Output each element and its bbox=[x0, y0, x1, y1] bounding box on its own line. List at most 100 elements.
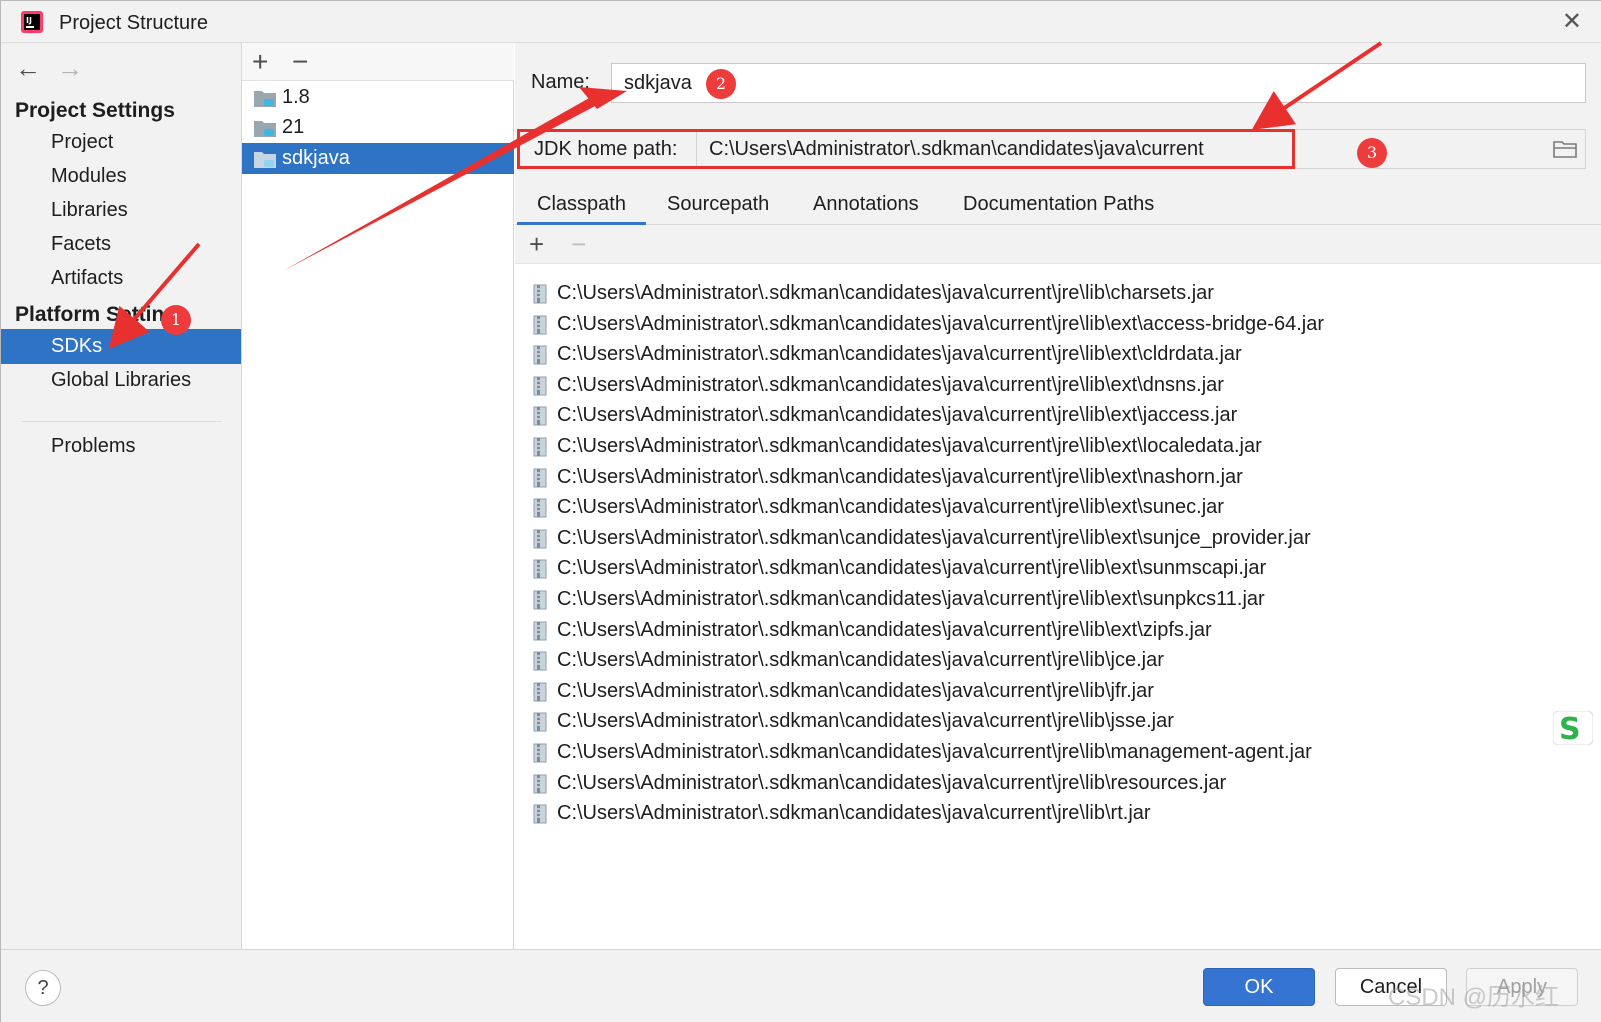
dialog-button-bar: ? OK Cancel Apply bbox=[1, 949, 1601, 1022]
jar-archive-icon bbox=[533, 804, 547, 824]
title-bar: IJ Project Structure ✕ bbox=[1, 1, 1601, 43]
path-tabs: Classpath Sourcepath Annotations Documen… bbox=[515, 183, 1601, 225]
classpath-entry[interactable]: C:\Users\Administrator\.sdkman\candidate… bbox=[515, 553, 1601, 584]
classpath-entry[interactable]: C:\Users\Administrator\.sdkman\candidate… bbox=[515, 462, 1601, 493]
classpath-entry-label: C:\Users\Administrator\.sdkman\candidate… bbox=[557, 771, 1227, 794]
tab-classpath[interactable]: Classpath bbox=[517, 191, 646, 225]
add-sdk-button[interactable]: + bbox=[252, 45, 268, 79]
classpath-entry[interactable]: C:\Users\Administrator\.sdkman\candidate… bbox=[515, 798, 1601, 829]
classpath-entry-label: C:\Users\Administrator\.sdkman\candidate… bbox=[557, 710, 1174, 733]
tab-sourcepath[interactable]: Sourcepath bbox=[647, 191, 789, 225]
classpath-entry-label: C:\Users\Administrator\.sdkman\candidate… bbox=[557, 496, 1224, 519]
sdk-name-field[interactable]: sdkjava bbox=[611, 63, 1586, 103]
tab-documentation-paths[interactable]: Documentation Paths bbox=[943, 191, 1174, 225]
classpath-entry[interactable]: C:\Users\Administrator\.sdkman\candidate… bbox=[515, 768, 1601, 799]
jar-archive-icon bbox=[533, 529, 547, 549]
path-toolbar: + − bbox=[515, 225, 1601, 263]
ok-button[interactable]: OK bbox=[1203, 968, 1315, 1006]
svg-text:IJ: IJ bbox=[26, 16, 32, 25]
sidebar-item-problems[interactable]: Problems bbox=[1, 429, 241, 464]
sdk-list-toolbar: + − bbox=[242, 43, 514, 81]
jdk-home-path-value: C:\Users\Administrator\.sdkman\candidate… bbox=[709, 138, 1204, 160]
sidebar-item-artifacts[interactable]: Artifacts bbox=[1, 261, 241, 296]
classpath-entry[interactable]: C:\Users\Administrator\.sdkman\candidate… bbox=[515, 431, 1601, 462]
jdk-home-row: JDK home path: C:\Users\Administrator\.s… bbox=[519, 129, 1586, 169]
jar-archive-icon bbox=[533, 621, 547, 641]
jar-archive-icon bbox=[533, 437, 547, 457]
window-title: Project Structure bbox=[59, 12, 208, 34]
name-label: Name: bbox=[531, 71, 590, 93]
jar-archive-icon bbox=[533, 743, 547, 763]
classpath-entry[interactable]: C:\Users\Administrator\.sdkman\candidate… bbox=[515, 523, 1601, 554]
project-settings-header: Project Settings bbox=[15, 99, 175, 122]
classpath-entry[interactable]: C:\Users\Administrator\.sdkman\candidate… bbox=[515, 584, 1601, 615]
sdk-item-label: 21 bbox=[282, 116, 305, 138]
classpath-entry-label: C:\Users\Administrator\.sdkman\candidate… bbox=[557, 679, 1154, 702]
jar-archive-icon bbox=[533, 406, 547, 426]
sdk-list-item[interactable]: 21 bbox=[242, 112, 514, 143]
back-arrow-icon[interactable]: ← bbox=[15, 53, 41, 84]
jar-archive-icon bbox=[533, 590, 547, 610]
jar-archive-icon bbox=[533, 712, 547, 732]
classpath-entry[interactable]: C:\Users\Administrator\.sdkman\candidate… bbox=[515, 370, 1601, 401]
sidebar-item-project[interactable]: Project bbox=[1, 125, 241, 160]
sdk-list-item[interactable]: 1.8 bbox=[242, 82, 514, 113]
classpath-entry-label: C:\Users\Administrator\.sdkman\candidate… bbox=[557, 435, 1262, 457]
remove-path-button[interactable]: − bbox=[571, 227, 586, 261]
remove-sdk-button[interactable]: − bbox=[292, 45, 308, 79]
classpath-entry-label: C:\Users\Administrator\.sdkman\candidate… bbox=[557, 465, 1243, 488]
sidebar-item-sdks[interactable]: SDKs bbox=[1, 329, 241, 364]
classpath-entry-label: C:\Users\Administrator\.sdkman\candidate… bbox=[557, 802, 1151, 825]
classpath-entry-label: C:\Users\Administrator\.sdkman\candidate… bbox=[557, 557, 1267, 580]
classpath-entry-label: C:\Users\Administrator\.sdkman\candidate… bbox=[557, 526, 1311, 549]
jar-archive-icon bbox=[533, 376, 547, 396]
sdk-list-item-selected[interactable]: sdkjava bbox=[242, 143, 514, 174]
jdk-folder-icon bbox=[254, 91, 276, 107]
tab-annotations[interactable]: Annotations bbox=[793, 191, 939, 225]
jar-archive-icon bbox=[533, 774, 547, 794]
jdk-home-path-field[interactable]: C:\Users\Administrator\.sdkman\candidate… bbox=[696, 130, 1584, 168]
classpath-entry-label: C:\Users\Administrator\.sdkman\candidate… bbox=[557, 618, 1212, 641]
jar-archive-icon bbox=[533, 498, 547, 518]
project-structure-dialog: IJ Project Structure ✕ ← → Project Setti… bbox=[0, 0, 1601, 1022]
jar-archive-icon bbox=[533, 651, 547, 671]
add-path-button[interactable]: + bbox=[529, 227, 544, 261]
classpath-entry-label: C:\Users\Administrator\.sdkman\candidate… bbox=[557, 282, 1214, 304]
classpath-entry-label: C:\Users\Administrator\.sdkman\candidate… bbox=[557, 312, 1324, 335]
sdk-list-panel: + − 1.8 21 sdkjava bbox=[242, 43, 514, 949]
sdk-item-label: 1.8 bbox=[282, 86, 310, 108]
sidebar-item-global-libraries[interactable]: Global Libraries bbox=[1, 363, 241, 398]
jdk-folder-icon bbox=[254, 121, 276, 137]
classpath-list: C:\Users\Administrator\.sdkman\candidate… bbox=[515, 263, 1601, 949]
classpath-entry[interactable]: C:\Users\Administrator\.sdkman\candidate… bbox=[515, 676, 1601, 707]
jar-archive-icon bbox=[533, 468, 547, 488]
jar-archive-icon bbox=[533, 559, 547, 579]
classpath-entry[interactable]: C:\Users\Administrator\.sdkman\candidate… bbox=[515, 278, 1601, 309]
jar-archive-icon bbox=[533, 315, 547, 335]
classpath-entry-label: C:\Users\Administrator\.sdkman\candidate… bbox=[557, 741, 1312, 763]
classpath-entry[interactable]: C:\Users\Administrator\.sdkman\candidate… bbox=[515, 737, 1601, 768]
jar-archive-icon bbox=[533, 682, 547, 702]
intellij-app-icon: IJ bbox=[21, 11, 43, 33]
close-icon[interactable]: ✕ bbox=[1562, 7, 1582, 36]
platform-settings-header: Platform Settings bbox=[15, 303, 189, 326]
help-button[interactable]: ? bbox=[25, 970, 61, 1006]
forward-arrow-icon[interactable]: → bbox=[57, 53, 83, 84]
classpath-entry-label: C:\Users\Administrator\.sdkman\candidate… bbox=[557, 588, 1265, 610]
browse-folder-icon[interactable] bbox=[1553, 140, 1577, 158]
classpath-entry[interactable]: C:\Users\Administrator\.sdkman\candidate… bbox=[515, 492, 1601, 523]
classpath-entry[interactable]: C:\Users\Administrator\.sdkman\candidate… bbox=[515, 400, 1601, 431]
sidebar: ← → Project Settings Project Modules Lib… bbox=[1, 43, 242, 949]
classpath-entry[interactable]: C:\Users\Administrator\.sdkman\candidate… bbox=[515, 309, 1601, 340]
sidebar-item-libraries[interactable]: Libraries bbox=[1, 193, 241, 228]
classpath-entry-label: C:\Users\Administrator\.sdkman\candidate… bbox=[557, 649, 1164, 672]
apply-button[interactable]: Apply bbox=[1466, 968, 1578, 1006]
classpath-entry-label: C:\Users\Administrator\.sdkman\candidate… bbox=[557, 373, 1224, 396]
sidebar-item-modules[interactable]: Modules bbox=[1, 159, 241, 194]
classpath-entry[interactable]: C:\Users\Administrator\.sdkman\candidate… bbox=[515, 645, 1601, 676]
classpath-entry[interactable]: C:\Users\Administrator\.sdkman\candidate… bbox=[515, 706, 1601, 737]
classpath-entry[interactable]: C:\Users\Administrator\.sdkman\candidate… bbox=[515, 339, 1601, 370]
sidebar-item-facets[interactable]: Facets bbox=[1, 227, 241, 262]
cancel-button[interactable]: Cancel bbox=[1335, 968, 1447, 1006]
classpath-entry[interactable]: C:\Users\Administrator\.sdkman\candidate… bbox=[515, 615, 1601, 646]
